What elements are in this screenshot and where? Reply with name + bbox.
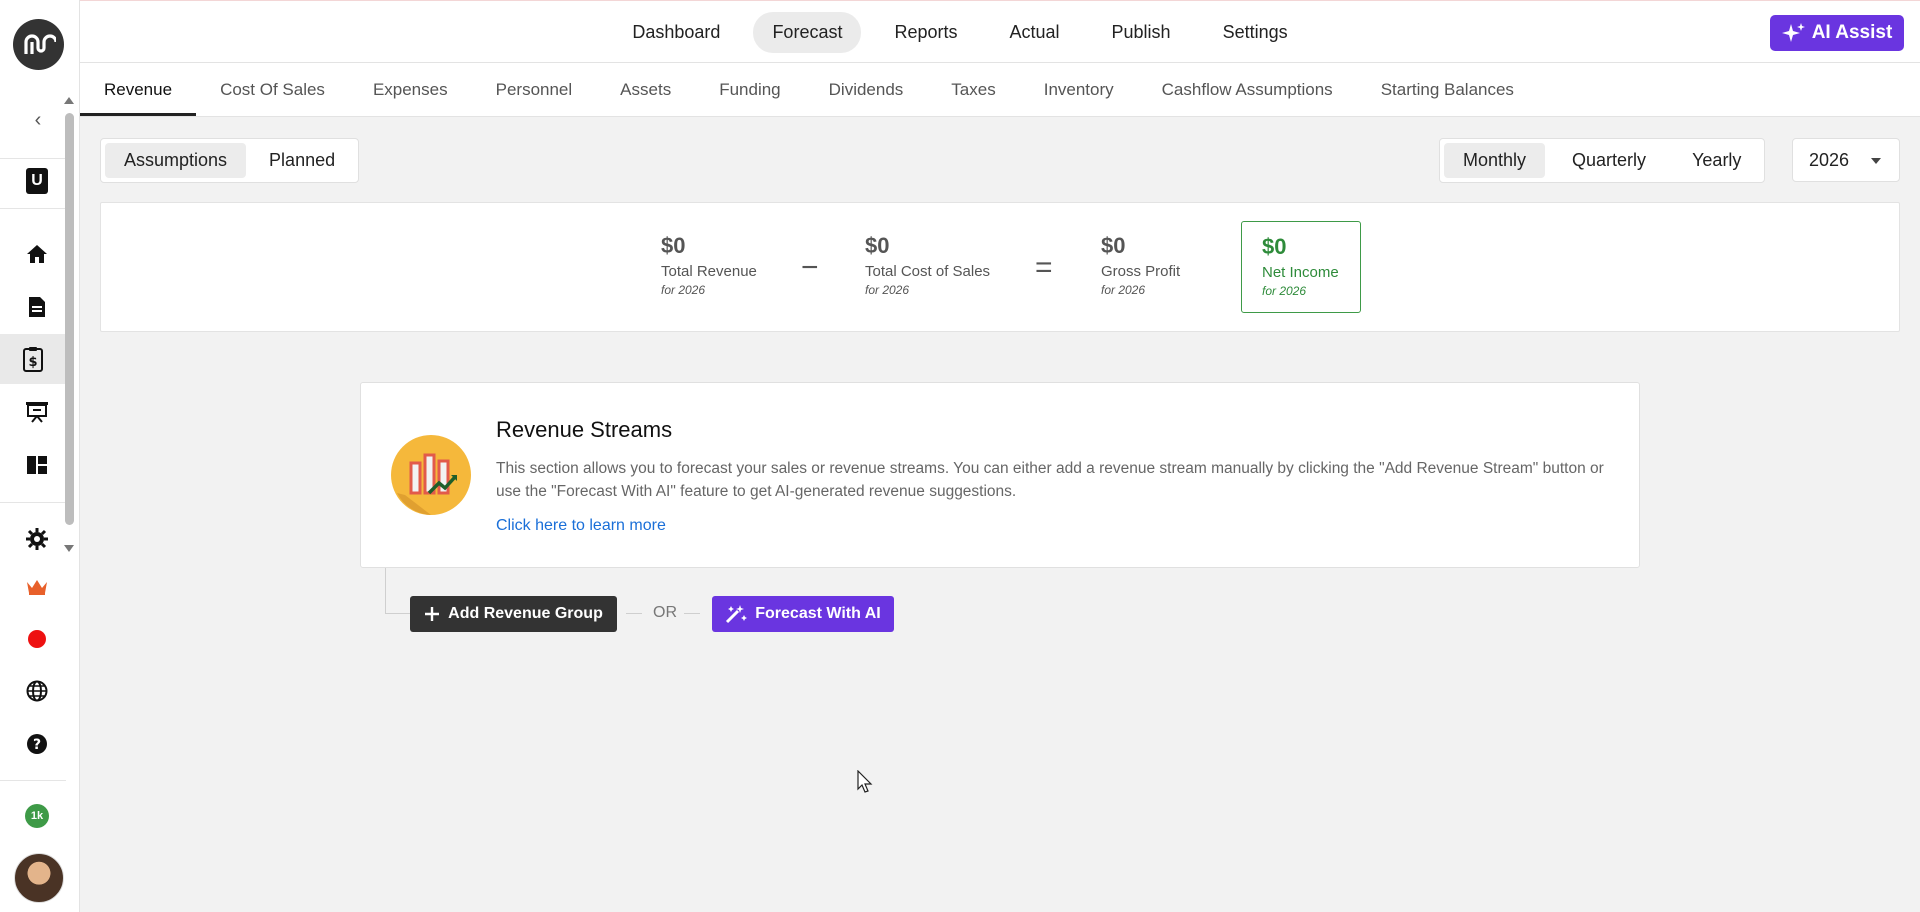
home-icon[interactable] <box>23 240 51 268</box>
sparkle-icon <box>1781 23 1805 42</box>
total-cost-metric: $0 Total Cost of Sales for 2026 <box>865 233 990 297</box>
scroll-down-icon[interactable] <box>64 545 74 552</box>
nav-publish[interactable]: Publish <box>1093 12 1190 53</box>
rail-divider <box>0 780 66 781</box>
dashboard-grid-icon[interactable] <box>23 451 51 479</box>
total-revenue-value: $0 <box>661 233 686 258</box>
net-income-period: for 2026 <box>1262 284 1307 298</box>
nav-actual[interactable]: Actual <box>991 12 1079 53</box>
workspace-letter: U <box>26 168 48 194</box>
revenue-chart-illustration-icon <box>391 435 471 515</box>
summary-panel: $0 Total Revenue for 2026 − $0 Total Cos… <box>100 202 1900 332</box>
credits-count: 1k <box>25 804 49 828</box>
equals-operator: = <box>1035 251 1053 284</box>
tab-revenue[interactable]: Revenue <box>80 63 197 116</box>
period-monthly[interactable]: Monthly <box>1444 143 1546 178</box>
net-income-value: $0 <box>1262 234 1287 259</box>
mode-assumptions[interactable]: Assumptions <box>105 143 247 178</box>
top-bar: Dashboard Forecast Reports Actual Publis… <box>80 0 1920 63</box>
tab-taxes[interactable]: Taxes <box>927 63 1019 116</box>
gear-icon[interactable] <box>23 525 51 553</box>
collapse-sidebar-icon[interactable]: ‹ <box>28 109 48 131</box>
total-revenue-metric: $0 Total Revenue for 2026 <box>661 233 757 297</box>
tab-personnel[interactable]: Personnel <box>472 63 597 116</box>
gross-profit-period: for 2026 <box>1101 283 1146 297</box>
gross-profit-label: Gross Profit <box>1101 263 1181 280</box>
period-toggle: Monthly Quarterly Yearly <box>1439 138 1766 183</box>
plus-icon <box>425 607 440 621</box>
net-income-box: $0 Net Income for 2026 <box>1241 221 1361 313</box>
help-icon[interactable]: ? <box>23 730 51 758</box>
total-revenue-label: Total Revenue <box>661 263 757 280</box>
svg-text:?: ? <box>33 737 41 753</box>
rail-divider <box>0 208 66 209</box>
tab-cost-of-sales[interactable]: Cost Of Sales <box>196 63 349 116</box>
revenue-streams-description: This section allows you to forecast your… <box>496 460 1604 500</box>
presentation-icon[interactable] <box>23 398 51 426</box>
tab-dividends[interactable]: Dividends <box>805 63 928 116</box>
net-income-label: Net Income <box>1262 264 1339 281</box>
nav-settings[interactable]: Settings <box>1204 12 1307 53</box>
total-revenue-period: for 2026 <box>661 283 706 297</box>
tab-starting-balances[interactable]: Starting Balances <box>1357 63 1538 116</box>
gross-profit-value: $0 <box>1101 233 1126 258</box>
connector-line <box>385 613 410 614</box>
nav-dashboard[interactable]: Dashboard <box>613 12 739 53</box>
gross-profit-metric: $0 Gross Profit for 2026 <box>1101 233 1180 297</box>
forecast-clipboard-icon[interactable]: $ <box>0 334 66 384</box>
tab-funding[interactable]: Funding <box>695 63 804 116</box>
or-separator: OR <box>653 604 677 621</box>
chevron-down-icon <box>1871 158 1881 164</box>
rail-divider <box>0 502 66 503</box>
learn-more-link[interactable]: Click here to learn more <box>496 517 666 535</box>
globe-icon[interactable] <box>23 677 51 705</box>
or-divider-line <box>626 613 642 614</box>
add-revenue-group-label: Add Revenue Group <box>448 605 603 622</box>
ai-assist-label: AI Assist <box>1811 22 1893 43</box>
app-logo-icon[interactable] <box>13 19 64 70</box>
tab-inventory[interactable]: Inventory <box>1020 63 1138 116</box>
year-select[interactable]: 2026 <box>1792 138 1900 182</box>
forecast-with-ai-label: Forecast With AI <box>755 605 881 622</box>
forecast-with-ai-button[interactable]: Forecast With AI <box>712 596 894 632</box>
total-cost-value: $0 <box>865 233 890 258</box>
nav-forecast[interactable]: Forecast <box>753 11 862 53</box>
nav-reports[interactable]: Reports <box>875 12 976 53</box>
minus-operator: − <box>801 251 819 284</box>
total-cost-label: Total Cost of Sales <box>865 263 991 280</box>
add-revenue-group-button[interactable]: Add Revenue Group <box>410 596 617 632</box>
workspace-switcher[interactable]: U <box>23 167 51 195</box>
period-quarterly[interactable]: Quarterly <box>1553 143 1665 178</box>
total-cost-period: for 2026 <box>865 283 910 297</box>
forecast-subtabs: Revenue Cost Of Sales Expenses Personnel… <box>80 63 1920 117</box>
net-income-metric: $0 Net Income for 2026 <box>1262 234 1339 298</box>
scroll-up-icon[interactable] <box>64 97 74 104</box>
mouse-cursor-icon <box>857 769 873 794</box>
credits-badge[interactable]: 1k <box>23 802 51 830</box>
svg-text:$: $ <box>28 355 37 370</box>
user-avatar[interactable] <box>14 853 64 903</box>
record-icon[interactable] <box>23 625 51 653</box>
mode-planned[interactable]: Planned <box>250 143 354 178</box>
crown-icon[interactable] <box>23 573 51 601</box>
rail-divider <box>0 158 66 159</box>
rail-scrollbar[interactable] <box>64 95 74 555</box>
period-yearly[interactable]: Yearly <box>1673 143 1760 178</box>
mode-toggle: Assumptions Planned <box>100 138 360 183</box>
connector-line <box>385 568 386 614</box>
document-icon[interactable] <box>23 293 51 321</box>
ai-assist-button[interactable]: AI Assist <box>1770 15 1904 51</box>
main-nav: Dashboard Forecast Reports Actual Publis… <box>80 1 1840 63</box>
magic-wand-icon <box>726 605 748 624</box>
tab-cashflow-assumptions[interactable]: Cashflow Assumptions <box>1138 63 1357 116</box>
tab-expenses[interactable]: Expenses <box>349 63 472 116</box>
revenue-streams-title: Revenue Streams <box>496 417 673 442</box>
scrollbar-thumb[interactable] <box>65 113 74 525</box>
revenue-streams-card: Revenue Streams This section allows you … <box>360 382 1640 568</box>
or-divider-line <box>684 613 700 614</box>
year-value: 2026 <box>1809 149 1850 170</box>
tab-assets[interactable]: Assets <box>596 63 695 116</box>
